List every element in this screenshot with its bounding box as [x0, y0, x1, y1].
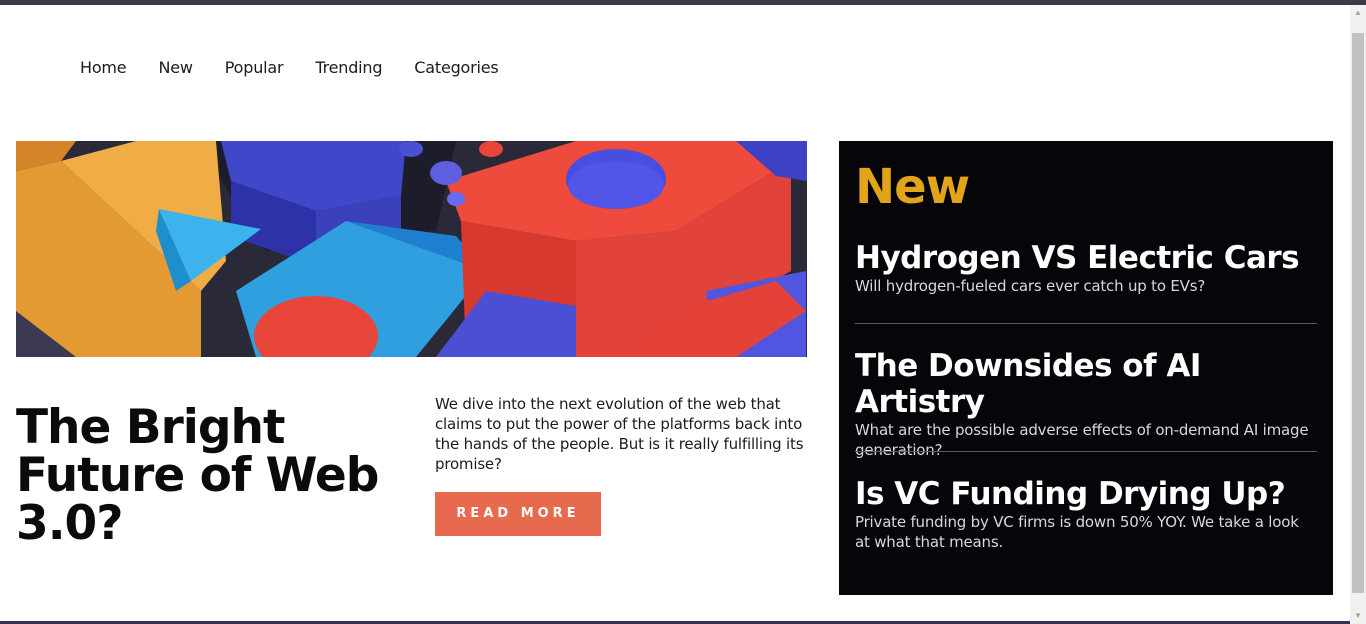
divider — [855, 451, 1317, 452]
scroll-down-arrow-icon[interactable]: ▼ — [1350, 608, 1366, 624]
divider — [855, 323, 1317, 324]
nav-home[interactable]: Home — [80, 57, 127, 79]
scroll-up-arrow-icon[interactable]: ▲ — [1350, 5, 1366, 21]
article-title[interactable]: Is VC Funding Drying Up? — [855, 476, 1317, 512]
scrollbar-thumb[interactable] — [1352, 33, 1364, 593]
nav-popular[interactable]: Popular — [225, 57, 284, 79]
nav-categories[interactable]: Categories — [414, 57, 498, 79]
hero-title: The Bright Future of Web 3.0? — [16, 400, 379, 551]
new-articles-panel: New Hydrogen VS Electric Cars Will hydro… — [839, 141, 1333, 595]
nav-trending[interactable]: Trending — [315, 57, 382, 79]
new-article-item[interactable]: Is VC Funding Drying Up? Private funding… — [855, 476, 1317, 552]
hero-description: We dive into the next evolution of the w… — [435, 395, 804, 473]
article-summary: What are the possible adverse effects of… — [855, 421, 1309, 459]
new-panel-heading: New — [855, 159, 970, 215]
main-navigation: Home New Popular Trending Categories — [80, 57, 499, 79]
article-summary: Private funding by VC firms is down 50% … — [855, 513, 1299, 551]
nav-new[interactable]: New — [158, 57, 193, 79]
new-article-item[interactable]: The Downsides of AI Artistry What are th… — [855, 348, 1317, 460]
hero-image — [16, 141, 807, 357]
vertical-scrollbar[interactable]: ▲ ▼ — [1350, 5, 1366, 624]
article-summary: Will hydrogen-fueled cars ever catch up … — [855, 277, 1206, 295]
new-article-item[interactable]: Hydrogen VS Electric Cars Will hydrogen-… — [855, 240, 1317, 296]
browser-top-bar — [0, 0, 1366, 5]
read-more-button[interactable]: READ MORE — [435, 492, 601, 536]
article-title[interactable]: Hydrogen VS Electric Cars — [855, 240, 1317, 276]
article-title[interactable]: The Downsides of AI Artistry — [855, 348, 1317, 420]
